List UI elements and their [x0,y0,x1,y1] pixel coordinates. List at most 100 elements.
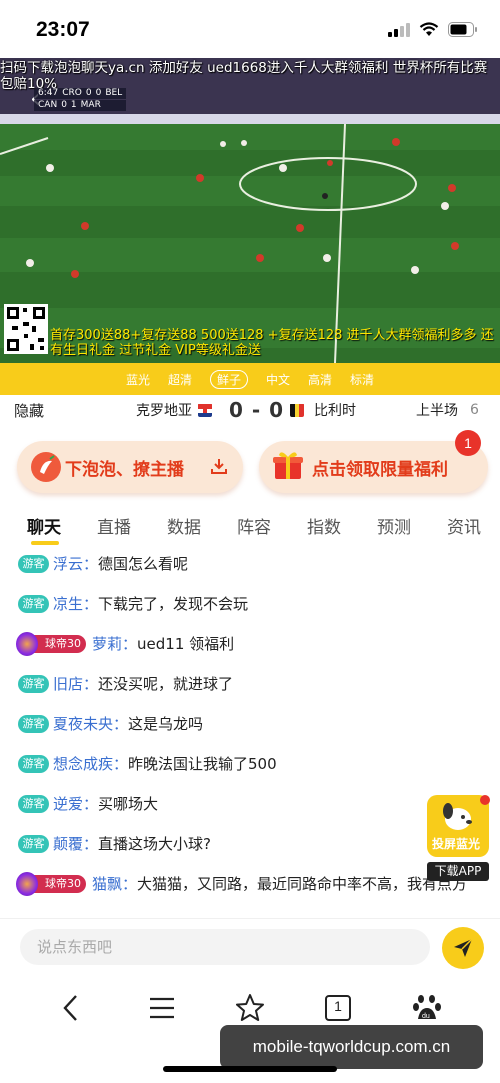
claim-bonus-button[interactable]: 点击领取限量福利 [259,441,488,493]
scoreboard-home-score: 0 [85,88,92,98]
tab-2[interactable]: 数据 [167,513,201,538]
video-player[interactable]: 扫码下载泡泡聊天ya.cn 添加好友 ued1668进入千人大群领福利 世界杯所… [0,58,500,363]
chat-message-text: 买哪场大 [98,795,159,813]
quality-option[interactable]: 高清 [308,371,332,388]
qr-code-image [4,304,48,354]
claim-bonus-label: 点击领取限量福利 [312,460,448,480]
send-button[interactable] [442,927,484,969]
level-badge-label: 球帝30 [45,637,81,650]
hide-button[interactable]: 隐藏 [14,400,44,421]
level-crest-icon [16,872,38,896]
level-badge: 球帝30 [16,632,86,656]
back-button[interactable] [51,988,91,1028]
level-crest-icon [16,632,38,656]
quality-option[interactable]: 标清 [350,371,374,388]
match-minute: 6 [470,402,479,418]
guest-badge: 游客 [18,715,49,733]
chat-username[interactable]: 颠覆： [53,834,98,854]
tab-1[interactable]: 直播 [97,513,131,538]
chat-message-text: 大猫猫，又同路，最近同路命中率不高，我有点方 [137,875,468,893]
scoreboard-clock: 6:47 [38,88,59,98]
home-indicator [163,1066,337,1072]
croatia-flag-icon [198,403,212,417]
chat-message-text: 下载完了，发现不会玩 [98,595,249,613]
chat-message[interactable]: 游客 逆爱： 买哪场大 [18,794,488,814]
guest-badge: 游客 [18,595,49,613]
chat-message-text: 昨晚法国让我输了500 [128,755,277,773]
chat-with-host-button[interactable]: 下泡泡、撩主播 [17,441,243,493]
cast-widget[interactable]: 投屏蓝光 下载APP [427,795,490,881]
chat-input[interactable] [20,929,430,965]
level-badge-label: 球帝30 [45,877,81,890]
baidu-button[interactable]: du [407,988,447,1028]
chat-message[interactable]: 游客 浮云： 德国怎么看呢 [18,554,488,574]
notification-badge: 1 [455,430,481,456]
marquee-bottom-text: 首存300送88+复存送88 500送128 +复存送128 进千人大群领福利多… [50,328,494,358]
star-icon [236,994,264,1021]
belgium-flag-icon [290,403,304,417]
tab-5[interactable]: 预测 [377,513,411,538]
chat-username[interactable]: 萝莉： [92,634,137,654]
chat-username[interactable]: 浮云： [53,554,98,574]
menu-button[interactable] [142,988,182,1028]
chat-username[interactable]: 凉生： [53,594,98,614]
quality-option[interactable]: 中文 [266,371,290,388]
quality-option[interactable]: 超清 [168,371,192,388]
send-icon [454,938,473,957]
favorite-button[interactable] [230,988,270,1028]
match-info-bar: 隐藏 克罗地亚 0 - 0 比利时 上半场 6 [0,395,500,425]
cast-label: 投屏蓝光 [432,837,481,851]
scoreboard-row-1: 6:47 CRO 0 0 BEL [34,88,127,99]
tab-count: 1 [334,998,342,1014]
chat-message[interactable]: 球帝30 萝莉： ued11 领福利 [16,632,488,656]
chat-message[interactable]: 游客 旧店： 还没买呢，就进球了 [18,674,488,694]
status-icons [388,22,478,37]
status-time: 23:07 [36,18,90,41]
home-team-name: 克罗地亚 [136,403,192,419]
tab-6[interactable]: 资讯 [447,513,481,538]
chat-message-text: 德国怎么看呢 [98,555,189,573]
scoreboard-home-code-2: CAN [38,100,58,110]
menu-icon [150,997,174,1019]
scoreboard-away-score-2: 1 [70,100,77,110]
match-score: 0 - 0 [229,398,285,422]
quality-option[interactable]: 鲜子 [209,369,248,389]
chat-username[interactable]: 想念成疾： [53,754,128,774]
chat-list[interactable]: 游客 浮云： 德国怎么看呢 游客 凉生： 下载完了，发现不会玩 球帝30 萝莉： ued11 领… [0,548,500,918]
chat-message[interactable]: 球帝30 猫飘： 大猫猫，又同路，最近同路命中率不高，我有点方 [16,872,488,896]
baidu-paw-icon: du [413,995,441,1020]
guest-badge: 游客 [18,555,49,573]
battery-icon [448,22,477,37]
cast-icon-box[interactable]: 投屏蓝光 [427,795,490,857]
chat-message[interactable]: 游客 颠覆： 直播这场大小球? [18,834,488,854]
tab-3[interactable]: 阵容 [237,513,271,538]
guest-badge: 游客 [18,755,49,773]
chat-message[interactable]: 游客 想念成疾： 昨晚法国让我输了500 [18,754,488,774]
tabs-button[interactable]: 1 [318,988,358,1028]
chat-composer [0,918,500,978]
chat-message[interactable]: 游客 夏夜未央： 这是乌龙吗 [18,714,488,734]
chat-message-text: 还没买呢，就进球了 [98,675,234,693]
guest-badge: 游客 [18,835,49,853]
scoreboard-away-code-2: MAR [80,100,101,110]
puppy-icon [443,803,472,830]
tab-4[interactable]: 指数 [307,513,341,538]
cast-notification-dot [480,795,490,805]
away-team-name: 比利时 [314,403,356,419]
chat-message[interactable]: 游客 凉生： 下载完了，发现不会玩 [18,594,488,614]
scoreboard-row-2: CAN 0 1 MAR [34,100,127,111]
match-period: 上半场 [416,403,458,419]
chat-username[interactable]: 逆爱： [53,794,98,814]
scoreboard-home-code: CRO [62,88,82,98]
download-app-button[interactable]: 下载APP [427,862,489,881]
quality-option[interactable]: 蓝光 [126,371,150,388]
gift-box-icon [273,452,303,479]
chat-message-text: 直播这场大小球? [98,835,211,853]
chat-username[interactable]: 猫飘： [92,874,137,894]
chat-message-text: 这是乌龙吗 [128,715,204,733]
chat-username[interactable]: 夏夜未央： [53,714,128,734]
chat-username[interactable]: 旧店： [53,674,98,694]
tab-0[interactable]: 聊天 [27,513,61,538]
cellular-signal-icon [388,22,410,37]
svg-text:du: du [422,1013,430,1020]
